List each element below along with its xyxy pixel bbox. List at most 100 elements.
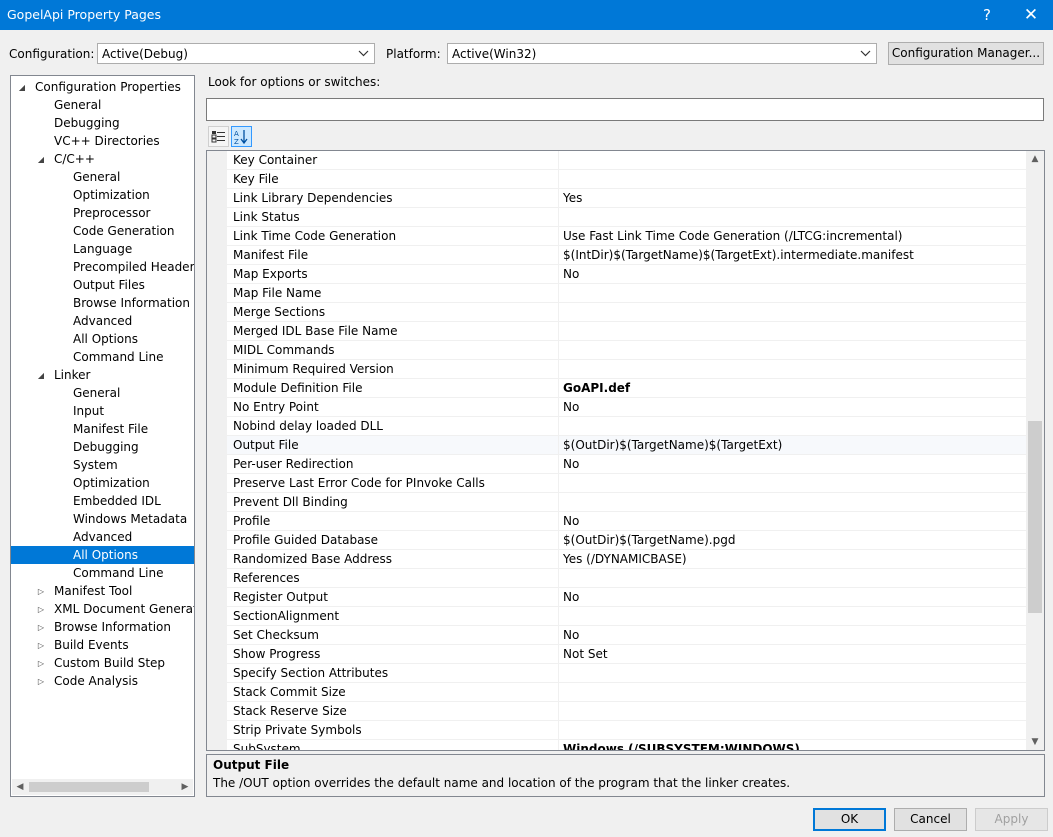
property-value[interactable]: No [563, 514, 579, 528]
expand-icon[interactable]: ▷ [36, 623, 46, 632]
tree-item[interactable]: XML Document Generator [54, 600, 194, 618]
tree-item[interactable]: VC++ Directories [54, 132, 160, 150]
tree-item[interactable]: Manifest Tool [54, 582, 132, 600]
tree-item[interactable]: Command Line [73, 564, 164, 582]
tree-item[interactable]: Preprocessor [73, 204, 150, 222]
property-row[interactable]: Strip Private Symbols [227, 721, 1027, 740]
tree-item[interactable]: Debugging [73, 438, 139, 456]
expand-icon[interactable]: ▷ [36, 605, 46, 614]
collapse-icon[interactable]: ◢ [36, 371, 46, 380]
tree-item[interactable]: Code Generation [73, 222, 174, 240]
property-value[interactable]: Yes (/DYNAMICBASE) [563, 552, 687, 566]
help-button[interactable]: ? [972, 4, 1002, 26]
tree-item[interactable]: Optimization [73, 186, 150, 204]
tree-item[interactable]: General [73, 168, 120, 186]
tree-item[interactable]: All Options [11, 546, 194, 564]
tree-item[interactable]: System [73, 456, 118, 474]
property-row[interactable]: Preserve Last Error Code for PInvoke Cal… [227, 474, 1027, 493]
property-value[interactable]: Windows (/SUBSYSTEM:WINDOWS) [563, 742, 800, 750]
collapse-icon[interactable]: ◢ [17, 83, 27, 92]
tree-item[interactable]: Debugging [54, 114, 120, 132]
property-value[interactable]: $(OutDir)$(TargetName)$(TargetExt) [563, 438, 782, 452]
expand-icon[interactable]: ▷ [36, 641, 46, 650]
expand-icon[interactable]: ▷ [36, 677, 46, 686]
tree-item[interactable]: Build Events [54, 636, 129, 654]
scroll-right-icon[interactable]: ▶ [177, 780, 193, 794]
cancel-button[interactable]: Cancel [894, 808, 967, 831]
tree-item[interactable]: Code Analysis [54, 672, 138, 690]
tree-item[interactable]: Input [73, 402, 104, 420]
tree-item[interactable]: General [73, 384, 120, 402]
close-button[interactable]: ✕ [1016, 3, 1046, 27]
tree-item[interactable]: Configuration Properties [35, 78, 181, 96]
property-row[interactable]: Module Definition File GoAPI.def [227, 379, 1027, 398]
property-row[interactable]: Profile No [227, 512, 1027, 531]
property-row[interactable]: Specify Section Attributes [227, 664, 1027, 683]
property-value[interactable]: Not Set [563, 647, 608, 661]
tree-item[interactable]: General [54, 96, 101, 114]
property-row[interactable]: Minimum Required Version [227, 360, 1027, 379]
property-value[interactable]: Use Fast Link Time Code Generation (/LTC… [563, 229, 902, 243]
property-value[interactable]: GoAPI.def [563, 381, 630, 395]
scroll-left-icon[interactable]: ◀ [12, 780, 28, 794]
property-value[interactable]: No [563, 457, 579, 471]
tree-item[interactable]: Linker [54, 366, 90, 384]
tree-item[interactable]: Advanced [73, 528, 132, 546]
search-input[interactable] [206, 98, 1044, 121]
configuration-dropdown[interactable]: Active(Debug) [97, 43, 375, 64]
property-row[interactable]: SubSystem Windows (/SUBSYSTEM:WINDOWS) [227, 740, 1027, 750]
property-value[interactable]: $(OutDir)$(TargetName).pgd [563, 533, 735, 547]
tree-item[interactable]: Windows Metadata [73, 510, 187, 528]
tree-item[interactable]: Advanced [73, 312, 132, 330]
property-row[interactable]: Randomized Base Address Yes (/DYNAMICBASE… [227, 550, 1027, 569]
property-value[interactable]: No [563, 590, 579, 604]
tree-item[interactable]: Command Line [73, 348, 164, 366]
categorized-view-button[interactable] [208, 126, 229, 147]
property-row[interactable]: Show Progress Not Set [227, 645, 1027, 664]
scroll-down-icon[interactable]: ▼ [1026, 734, 1044, 750]
ok-button[interactable]: OK [813, 808, 886, 831]
tree-item[interactable]: Output Files [73, 276, 145, 294]
platform-dropdown[interactable]: Active(Win32) [447, 43, 877, 64]
property-row[interactable]: Key Container [227, 151, 1027, 170]
tree-horizontal-scrollbar[interactable]: ◀ ▶ [12, 779, 193, 795]
scroll-thumb[interactable] [29, 782, 149, 792]
property-row[interactable]: Register Output No [227, 588, 1027, 607]
property-row[interactable]: Manifest File $(IntDir)$(TargetName)$(Tar… [227, 246, 1027, 265]
property-row[interactable]: Stack Reserve Size [227, 702, 1027, 721]
property-value[interactable]: No [563, 400, 579, 414]
tree-item[interactable]: C/C++ [54, 150, 95, 168]
tree-item[interactable]: Custom Build Step [54, 654, 165, 672]
configuration-manager-button[interactable]: Configuration Manager... [888, 42, 1044, 65]
property-value[interactable]: No [563, 628, 579, 642]
property-row[interactable]: Merge Sections [227, 303, 1027, 322]
tree-item[interactable]: Precompiled Headers [73, 258, 194, 276]
alphabetical-sort-button[interactable]: A Z [231, 126, 252, 147]
property-row[interactable]: Map Exports No [227, 265, 1027, 284]
tree-item[interactable]: Optimization [73, 474, 150, 492]
property-row[interactable]: Prevent Dll Binding [227, 493, 1027, 512]
expand-icon[interactable]: ▷ [36, 587, 46, 596]
grid-vertical-scrollbar[interactable]: ▲ ▼ [1026, 151, 1044, 750]
tree-item[interactable]: All Options [73, 330, 138, 348]
property-value[interactable]: $(IntDir)$(TargetName)$(TargetExt).inter… [563, 248, 914, 262]
property-row[interactable]: Output File $(OutDir)$(TargetName)$(Targe… [227, 436, 1027, 455]
property-row[interactable]: Key File [227, 170, 1027, 189]
property-value[interactable]: No [563, 267, 579, 281]
property-row[interactable]: Link Status [227, 208, 1027, 227]
property-row[interactable]: MIDL Commands [227, 341, 1027, 360]
tree-item[interactable]: Browse Information [54, 618, 171, 636]
expand-icon[interactable]: ▷ [36, 659, 46, 668]
property-value[interactable]: Yes [563, 191, 582, 205]
property-row[interactable]: Set Checksum No [227, 626, 1027, 645]
property-row[interactable]: No Entry Point No [227, 398, 1027, 417]
property-row[interactable]: References [227, 569, 1027, 588]
property-row[interactable]: Nobind delay loaded DLL [227, 417, 1027, 436]
property-row[interactable]: Per-user Redirection No [227, 455, 1027, 474]
property-row[interactable]: Map File Name [227, 284, 1027, 303]
property-row[interactable]: Link Library Dependencies Yes [227, 189, 1027, 208]
property-row[interactable]: Link Time Code Generation Use Fast Link T… [227, 227, 1027, 246]
apply-button[interactable]: Apply [975, 808, 1048, 831]
property-row[interactable]: Merged IDL Base File Name [227, 322, 1027, 341]
tree-item[interactable]: Language [73, 240, 132, 258]
